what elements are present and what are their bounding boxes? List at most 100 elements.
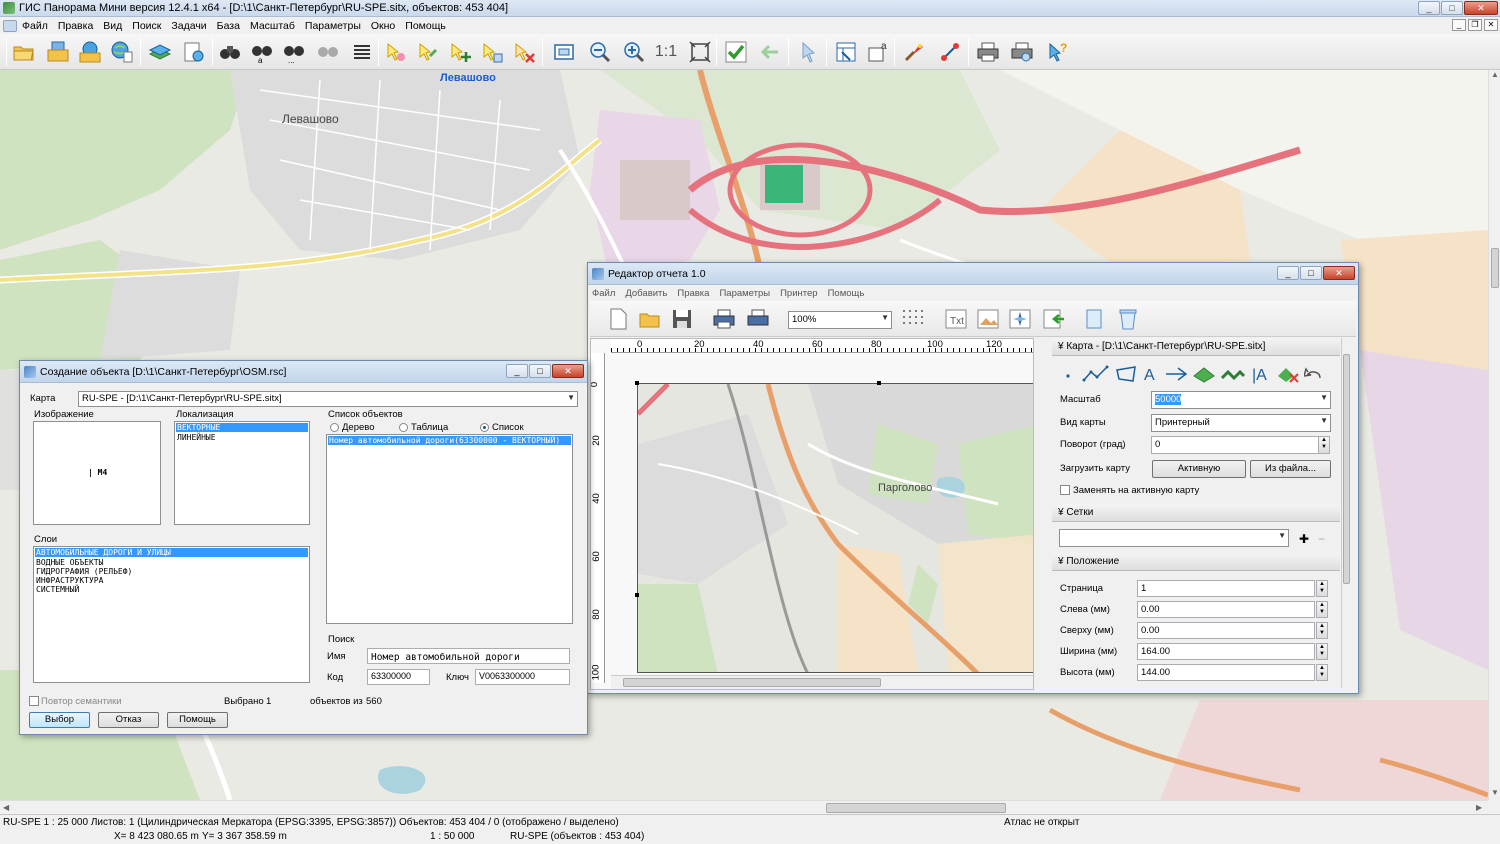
object-info-icon[interactable]: [832, 39, 860, 65]
zoom-in-icon[interactable]: [620, 39, 648, 65]
map-horizontal-scrollbar[interactable]: ◀ ▶: [0, 800, 1488, 814]
template-tool-icon[interactable]: [1192, 364, 1216, 384]
text-tool-icon[interactable]: A: [1142, 364, 1160, 384]
search-disabled-icon[interactable]: [314, 39, 342, 65]
objects-list[interactable]: Номер автомобильной дороги(63300000 - ВЕ…: [326, 434, 573, 624]
map-select[interactable]: RU-SPE - [D:\1\Санкт-Петербург\RU-SPE.si…: [78, 391, 578, 407]
layer-item[interactable]: АВТОМОБИЛЬНЫЕ ДОРОГИ И УЛИЦЫ: [35, 548, 308, 557]
edit-object-icon[interactable]: [414, 39, 442, 65]
print-preview-icon[interactable]: [1008, 39, 1036, 65]
fit-window-icon[interactable]: [550, 39, 578, 65]
report-menu-edit[interactable]: Правка: [677, 288, 709, 299]
left-mm-input[interactable]: 0.00: [1137, 601, 1315, 618]
open-globe-icon[interactable]: [76, 39, 104, 65]
delete-object-tool-icon[interactable]: [1276, 364, 1300, 384]
mdi-restore-button[interactable]: ❐: [1468, 19, 1482, 31]
vector-tool-icon[interactable]: [1164, 364, 1188, 384]
remove-grid-icon[interactable]: −: [1318, 532, 1325, 546]
report-map-preview[interactable]: Парголово: [637, 383, 1033, 673]
map-section-header[interactable]: ¥ Карта - [D:\1\Санкт-Петербург\RU-SPE.s…: [1052, 338, 1340, 356]
help-pointer-icon[interactable]: ?: [1044, 39, 1072, 65]
position-section-header[interactable]: ¥ Положение: [1052, 553, 1340, 571]
scroll-down-arrow-icon[interactable]: ▼: [1491, 788, 1499, 797]
report-print-setup-icon[interactable]: [744, 306, 772, 332]
top-mm-input[interactable]: 0.00: [1137, 622, 1315, 639]
full-extent-icon[interactable]: [686, 39, 714, 65]
layer-item[interactable]: ВОДНЫЕ ОБЪЕКТЫ: [35, 558, 308, 567]
scroll-right-arrow-icon[interactable]: ▶: [1476, 803, 1482, 812]
menu-database[interactable]: База: [212, 20, 245, 32]
print-icon[interactable]: [974, 39, 1002, 65]
menu-window[interactable]: Окно: [366, 20, 400, 32]
grid-dots-icon[interactable]: [898, 306, 926, 332]
create-minimize-button[interactable]: _: [506, 364, 528, 378]
name-input[interactable]: Номер автомобильной дороги: [367, 648, 570, 664]
brush-tool-icon[interactable]: [900, 39, 928, 65]
map-type-select[interactable]: Принтерный ▼: [1151, 414, 1331, 432]
properties-scrollbar[interactable]: [1341, 338, 1351, 688]
report-close-button[interactable]: ✕: [1323, 266, 1355, 280]
report-menu-add[interactable]: Добавить: [625, 288, 667, 299]
rotation-input[interactable]: 0: [1151, 436, 1319, 454]
trash-icon[interactable]: [1114, 306, 1142, 332]
globe-document-icon[interactable]: [108, 39, 136, 65]
menu-view[interactable]: Вид: [98, 20, 127, 32]
layers-icon[interactable]: [146, 39, 174, 65]
report-print-icon[interactable]: [710, 306, 738, 332]
help-button[interactable]: Помощь: [167, 712, 228, 728]
point-tool-icon[interactable]: [1058, 364, 1078, 384]
zoom-select[interactable]: 100% ▼: [788, 311, 892, 329]
list-icon[interactable]: [348, 39, 376, 65]
object-list-item[interactable]: Номер автомобильной дороги(63300000 - ВЕ…: [328, 436, 571, 445]
document-icon[interactable]: [3, 19, 17, 32]
undo-icon[interactable]: [1304, 364, 1324, 384]
width-mm-input[interactable]: 164.00: [1137, 643, 1315, 660]
replace-active-checkbox[interactable]: [1060, 485, 1070, 495]
cancel-button[interactable]: Отказ: [98, 712, 159, 728]
code-input[interactable]: 63300000: [367, 669, 430, 685]
menu-file[interactable]: Файл: [17, 20, 53, 32]
add-grid-icon[interactable]: ✚: [1299, 532, 1309, 546]
properties-scroll-thumb[interactable]: [1343, 354, 1350, 584]
series-tool-icon[interactable]: [1220, 364, 1246, 384]
scroll-left-arrow-icon[interactable]: ◀: [3, 803, 9, 812]
menu-edit[interactable]: Правка: [53, 20, 98, 32]
report-menu-parameters[interactable]: Параметры: [719, 288, 770, 299]
polyline-tool-icon[interactable]: [1082, 364, 1110, 384]
insert-image-icon[interactable]: [974, 306, 1002, 332]
report-menu-printer[interactable]: Принтер: [780, 288, 817, 299]
scroll-up-arrow-icon[interactable]: ▲: [1491, 70, 1499, 79]
measure-route-icon[interactable]: [936, 39, 964, 65]
close-button[interactable]: ✕: [1464, 1, 1498, 15]
search-more-icon[interactable]: ...: [280, 39, 308, 65]
report-horizontal-scrollbar[interactable]: [611, 675, 1033, 689]
width-mm-spinner[interactable]: ▲ ▼: [1316, 643, 1328, 660]
view-table-radio[interactable]: [399, 423, 408, 432]
select-object-icon[interactable]: [382, 39, 410, 65]
open-multiple-icon[interactable]: [44, 39, 72, 65]
localization-list[interactable]: ВЕКТОРНЫЕ ЛИНЕЙНЫЕ: [174, 421, 310, 525]
search-binoculars-icon[interactable]: [216, 39, 244, 65]
grids-select[interactable]: ▼: [1059, 529, 1289, 547]
mdi-minimize-button[interactable]: _: [1452, 19, 1466, 31]
layer-item[interactable]: ИНФРАСТРУКТУРА: [35, 576, 308, 585]
report-maximize-button[interactable]: □: [1300, 266, 1322, 280]
menu-help[interactable]: Помощь: [400, 20, 451, 32]
load-active-map-button[interactable]: Активную: [1152, 460, 1246, 478]
pointer-icon[interactable]: [794, 39, 822, 65]
new-page-icon[interactable]: [604, 306, 632, 332]
rotation-spinner[interactable]: ▲ ▼: [1318, 436, 1330, 454]
scale-input[interactable]: 50000 ▼: [1151, 391, 1331, 409]
menu-search[interactable]: Поиск: [127, 20, 166, 32]
select-button[interactable]: Выбор: [29, 712, 90, 728]
insert-compass-icon[interactable]: [1006, 306, 1034, 332]
create-close-button[interactable]: ✕: [552, 364, 584, 378]
grids-section-header[interactable]: ¥ Сетки: [1052, 504, 1340, 522]
title-tool-icon[interactable]: |A: [1250, 364, 1272, 384]
load-from-file-button[interactable]: Из файла...: [1250, 460, 1331, 478]
layer-properties-icon[interactable]: [180, 39, 208, 65]
localization-item-vector[interactable]: ВЕКТОРНЫЕ: [176, 423, 308, 432]
check-icon[interactable]: [722, 39, 750, 65]
search-by-name-icon[interactable]: a: [248, 39, 276, 65]
report-menu-file[interactable]: Файл: [592, 288, 615, 299]
